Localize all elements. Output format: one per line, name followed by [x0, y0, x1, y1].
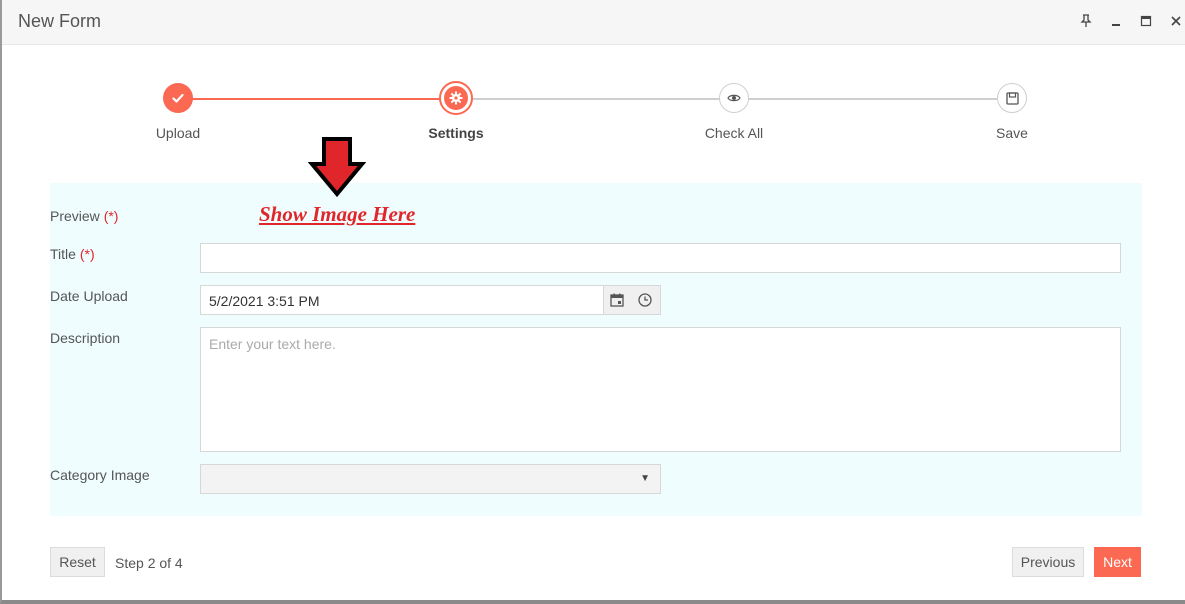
wizard-stepper: Upload Settings Check All Save — [2, 80, 1185, 150]
maximize-icon[interactable] — [1137, 12, 1155, 30]
date-upload-field[interactable]: 5/2/2021 3:51 PM — [200, 285, 661, 315]
check-icon — [172, 93, 184, 103]
preview-label: Preview (*) — [50, 208, 119, 224]
step-upload[interactable] — [163, 83, 193, 113]
category-image-select[interactable]: ▼ — [200, 464, 661, 494]
form-window: New Form Upload Settings Check All Save … — [0, 0, 1185, 604]
calendar-icon[interactable] — [609, 292, 625, 308]
description-label: Description — [50, 330, 121, 346]
step-settings-label: Settings — [428, 125, 484, 141]
annotation-text: Show Image Here — [259, 202, 416, 226]
description-placeholder: Enter your text here. — [209, 336, 336, 352]
gear-icon — [449, 91, 463, 105]
required-mark: (*) — [79, 246, 95, 262]
clock-icon[interactable] — [637, 292, 653, 308]
title-label: Title (*) — [50, 246, 95, 262]
step-save-label: Save — [996, 125, 1028, 141]
red-down-arrow-icon — [308, 137, 366, 198]
chevron-down-icon: ▼ — [640, 473, 650, 484]
step-counter: Step 2 of 4 — [115, 555, 183, 571]
previous-button[interactable]: Previous — [1012, 547, 1084, 577]
stepper-progress-line — [178, 98, 456, 100]
window-title: New Form — [18, 11, 102, 31]
window-titlebar: New Form — [2, 0, 1185, 45]
pin-icon[interactable] — [1077, 12, 1095, 30]
title-input[interactable] — [200, 243, 1121, 273]
step-upload-label: Upload — [155, 125, 201, 141]
description-textarea[interactable]: Enter your text here. — [200, 327, 1121, 452]
close-icon[interactable] — [1167, 12, 1185, 30]
date-picker-buttons — [603, 286, 660, 314]
eye-icon — [727, 94, 741, 102]
step-save[interactable] — [997, 83, 1027, 113]
date-upload-value: 5/2/2021 3:51 PM — [209, 293, 320, 309]
date-upload-label: Date Upload — [50, 288, 128, 304]
category-image-label: Category Image — [50, 467, 150, 483]
step-check-all-label: Check All — [704, 125, 764, 141]
minimize-icon[interactable] — [1107, 12, 1125, 30]
step-settings[interactable] — [439, 81, 473, 115]
step-check-all[interactable] — [719, 83, 749, 113]
save-icon — [1005, 91, 1019, 105]
next-button[interactable]: Next — [1094, 547, 1141, 577]
required-mark: (*) — [103, 208, 119, 224]
reset-button[interactable]: Reset — [50, 547, 105, 577]
